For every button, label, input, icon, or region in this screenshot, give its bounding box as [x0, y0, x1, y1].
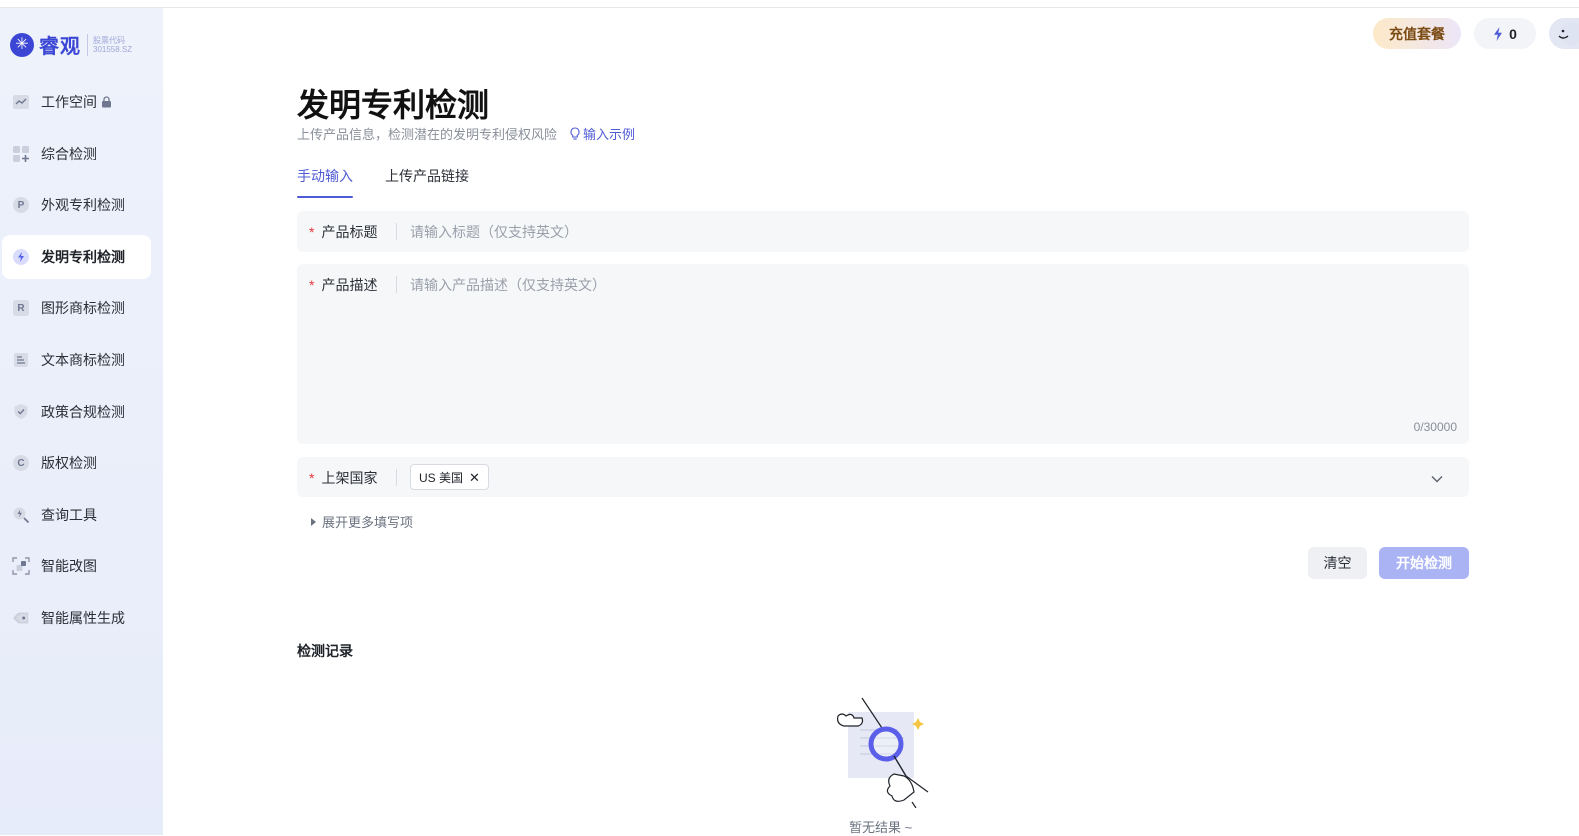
product-description-label: * 产品描述 — [309, 276, 378, 293]
sidebar-item-label: 工作空间 — [41, 94, 97, 110]
expand-more-fields[interactable]: 展开更多填写项 — [311, 512, 413, 531]
recharge-button[interactable]: 充值套餐 — [1373, 18, 1461, 49]
country-chip: US 美国 ✕ — [410, 464, 489, 490]
product-title-input[interactable] — [410, 222, 1450, 242]
image-edit-icon — [12, 557, 30, 576]
country-chip-label: US 美国 — [419, 470, 464, 485]
sidebar-item-label: 综合检测 — [41, 145, 97, 162]
input-example-link[interactable]: 输入示例 — [569, 124, 635, 143]
grid-plus-icon — [12, 145, 30, 163]
sidebar-item-workspace[interactable]: 工作空间 — [2, 80, 151, 124]
credits-count: 0 — [1509, 25, 1517, 42]
tab-upload-link[interactable]: 上传产品链接 — [385, 166, 469, 198]
sidebar-item-copyright[interactable]: C 版权检测 — [2, 441, 151, 485]
subtitle-text: 上传产品信息，检测潜在的发明专利侵权风险 — [297, 127, 558, 142]
start-detection-button[interactable]: 开始检测 — [1379, 547, 1469, 579]
r-badge-icon: R — [12, 299, 30, 317]
product-description-field: * 产品描述 0/30000 — [297, 264, 1469, 444]
empty-magnifier-illustration-icon — [834, 696, 934, 809]
p-badge-icon: P — [12, 196, 30, 214]
input-tabs: 手动输入 上传产品链接 — [297, 166, 501, 198]
sidebar-item-smart-image-edit[interactable]: 智能改图 — [2, 544, 151, 588]
product-title-field: * 产品标题 — [297, 211, 1469, 252]
top-actions: 充值套餐 0 — [1373, 18, 1579, 49]
stock-number: 301558.SZ — [93, 44, 133, 54]
avatar[interactable] — [1549, 18, 1579, 49]
required-mark: * — [309, 276, 315, 293]
char-counter: 0/30000 — [1413, 420, 1457, 434]
tab-manual-input[interactable]: 手动输入 — [297, 166, 353, 198]
product-description-input[interactable] — [410, 275, 1450, 415]
required-mark: * — [309, 223, 315, 240]
sidebar-nav: 工作空间 综合检测 P 外观专利检测 发明专利检测 R 图形商标检测 文本商标检… — [0, 80, 163, 648]
field-divider — [396, 223, 397, 240]
sidebar-item-smart-attributes[interactable]: 智能属性生成 — [2, 596, 151, 640]
credits-badge[interactable]: 0 — [1474, 18, 1536, 49]
sidebar-item-comprehensive[interactable]: 综合检测 — [2, 132, 151, 176]
caret-right-icon — [311, 517, 316, 526]
sidebar-item-label: 外观专利检测 — [41, 197, 125, 214]
field-divider — [396, 276, 397, 293]
sidebar-item-label: 智能改图 — [41, 558, 97, 575]
brand-name: 睿观 — [39, 36, 81, 58]
c-badge-icon: C — [12, 454, 30, 472]
product-title-label: * 产品标题 — [309, 223, 378, 240]
sidebar-item-label: 文本商标检测 — [41, 351, 125, 368]
sidebar-item-policy-compliance[interactable]: 政策合规检测 — [2, 390, 151, 434]
expand-label: 展开更多填写项 — [322, 515, 414, 530]
country-label: * 上架国家 — [309, 469, 378, 486]
sidebar: ✳ 睿观 股票代码 301558.SZ 工作空间 综合检测 P 外观专利检测 发… — [0, 8, 163, 835]
lightbulb-icon — [570, 127, 580, 140]
main-content: 充值套餐 0 发明专利检测 上传产品信息，检测潜在的发明专利侵权风险 输入示例 … — [163, 8, 1579, 835]
stock-label: 股票代码 — [93, 35, 125, 45]
search-bolt-icon — [12, 506, 30, 524]
sidebar-item-label: 政策合规检测 — [41, 403, 125, 420]
records-title: 检测记录 — [297, 643, 353, 659]
sidebar-item-invention-patent[interactable]: 发明专利检测 — [2, 234, 151, 279]
asterisk-logo-icon: ✳ — [10, 32, 34, 57]
lock-icon — [101, 96, 112, 108]
sidebar-item-label: 查询工具 — [41, 506, 97, 523]
lightning-icon — [1494, 26, 1503, 41]
sidebar-item-label: 发明专利检测 — [41, 248, 125, 265]
line-chart-icon — [12, 93, 30, 111]
brand-logo[interactable]: ✳ 睿观 股票代码 301558.SZ — [10, 30, 132, 59]
chevron-down-icon[interactable] — [1431, 470, 1443, 488]
close-icon[interactable]: ✕ — [469, 471, 480, 484]
example-link-label: 输入示例 — [583, 127, 636, 142]
app-root: ✳ 睿观 股票代码 301558.SZ 工作空间 综合检测 P 外观专利检测 发… — [0, 8, 1579, 835]
top-border — [0, 0, 1579, 8]
sidebar-item-graphic-trademark[interactable]: R 图形商标检测 — [2, 286, 151, 330]
field-divider — [396, 469, 397, 486]
logo-divider — [87, 33, 88, 56]
sidebar-item-query-tools[interactable]: 查询工具 — [2, 493, 151, 537]
empty-state-text: 暂无结果 ~ — [849, 820, 913, 835]
sidebar-item-label: 版权检测 — [41, 455, 97, 472]
smile-face-icon — [1558, 21, 1579, 46]
tag-icon — [12, 609, 30, 627]
shield-check-icon — [12, 403, 30, 421]
sidebar-item-label: 智能属性生成 — [41, 609, 125, 626]
stock-code: 股票代码 301558.SZ — [93, 36, 132, 54]
text-doc-icon — [12, 351, 30, 369]
country-select-field[interactable]: * 上架国家 US 美国 ✕ — [297, 457, 1469, 497]
sidebar-item-label: 图形商标检测 — [41, 300, 125, 317]
sidebar-item-design-patent[interactable]: P 外观专利检测 — [2, 183, 151, 227]
page-title: 发明专利检测 — [297, 87, 490, 123]
required-mark: * — [309, 469, 315, 486]
lightning-badge-icon — [12, 248, 30, 266]
page-subtitle: 上传产品信息，检测潜在的发明专利侵权风险 输入示例 — [297, 124, 635, 143]
clear-button[interactable]: 清空 — [1308, 547, 1367, 579]
sidebar-item-text-trademark[interactable]: 文本商标检测 — [2, 338, 151, 382]
